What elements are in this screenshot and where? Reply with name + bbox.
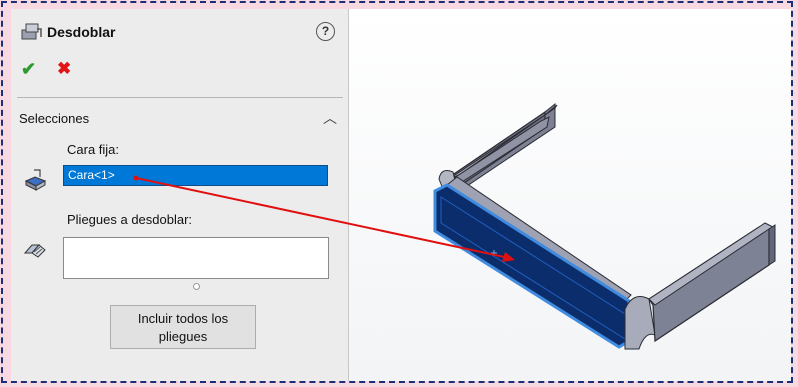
selections-section-title[interactable]: Selecciones (19, 111, 89, 126)
screenshot-frame: Desdoblar ? ✔ ✖ Selecciones ︿ Cara fija:… (1, 1, 793, 383)
collapse-chevron-icon[interactable]: ︿ (323, 108, 337, 128)
selected-face-inner (440, 196, 626, 340)
bends-to-unfold-label: Pliegues a desdoblar: (67, 212, 193, 227)
bends-to-unfold-list[interactable] (63, 237, 329, 279)
ok-check-icon[interactable]: ✔ (21, 59, 36, 80)
sheet-metal-part-model[interactable] (349, 9, 793, 381)
property-manager-panel: Desdoblar ? ✔ ✖ Selecciones ︿ Cara fija:… (11, 9, 357, 381)
cancel-close-icon[interactable]: ✖ (57, 59, 71, 79)
graphics-viewport[interactable] (349, 9, 793, 381)
fixed-face-field[interactable]: Cara<1> (63, 165, 328, 186)
include-all-bends-button[interactable]: Incluir todos los pliegues (110, 305, 256, 349)
bends-icon (23, 244, 46, 258)
front-flange (648, 226, 770, 343)
feature-title: Desdoblar (47, 24, 116, 40)
front-flange-end (768, 224, 776, 266)
header-divider (17, 97, 343, 98)
fixed-face-label: Cara fija: (67, 142, 120, 157)
fixed-face-icon (24, 169, 47, 191)
back-flange-face (444, 116, 550, 190)
front-bend (624, 296, 656, 350)
list-resize-handle[interactable] (193, 283, 200, 290)
help-icon[interactable]: ? (316, 22, 335, 41)
feature-header: Desdoblar ? (19, 21, 339, 45)
unfold-feature-icon (21, 23, 42, 40)
